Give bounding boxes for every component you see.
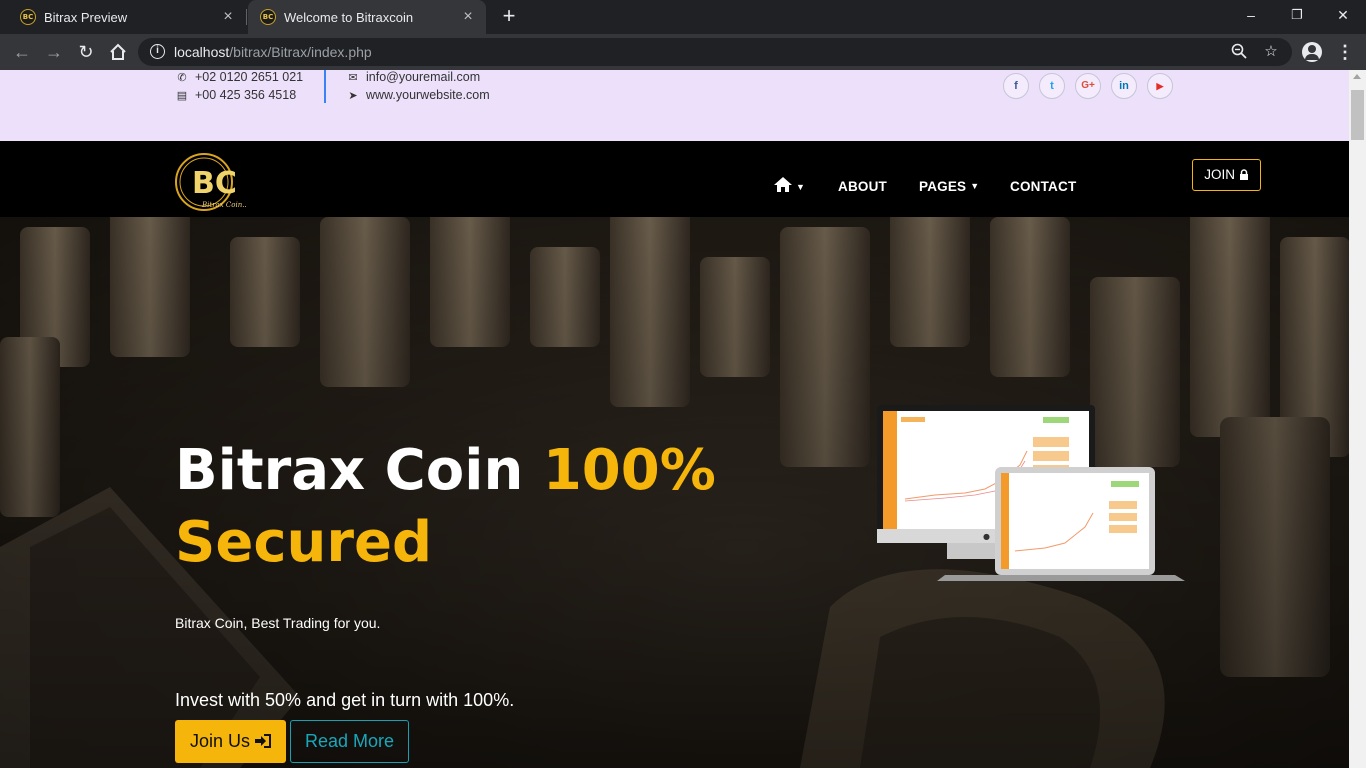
tab-title: Bitrax Preview: [44, 9, 128, 25]
logo-tagline: Bitrax Coin...: [201, 201, 246, 209]
fax-icon: ▤: [176, 89, 188, 102]
website-contact[interactable]: ➤ www.yourwebsite.com: [346, 88, 490, 102]
reload-icon[interactable]: ↻: [74, 40, 98, 64]
hero-title: Bitrax Coin 100% Secured: [175, 435, 735, 579]
favicon-icon: BC: [260, 9, 276, 25]
restore-button[interactable]: ❐: [1274, 0, 1320, 30]
tab-title: Welcome to Bitraxcoin: [284, 9, 414, 25]
nav-contact[interactable]: CONTACT: [1010, 179, 1076, 194]
favicon-icon: BC: [20, 9, 36, 25]
phone-contact: ✆ +02 0120 2651 021: [175, 70, 303, 84]
site-logo[interactable]: BC Bitrax Coin...: [174, 149, 249, 215]
zoom-icon[interactable]: [1230, 43, 1248, 61]
paper-plane-icon: ➤: [348, 89, 358, 102]
nav-about[interactable]: ABOUT: [838, 179, 887, 194]
join-us-label: Join Us: [189, 731, 250, 751]
main-navbar: BC Bitrax Coin... ▼ ABOUT PAGES ▼ CONTACT…: [0, 141, 1349, 217]
hero-subtitle: Bitrax Coin, Best Trading for you.: [175, 615, 381, 631]
logo-text: BC: [192, 166, 237, 201]
dashboard-devices-image: ●: [877, 405, 1185, 581]
page-scrollbar[interactable]: [1349, 70, 1366, 768]
join-us-button[interactable]: Join Us: [175, 720, 286, 763]
email-address[interactable]: info@youremail.com: [366, 70, 480, 84]
chevron-down-icon: ▼: [970, 181, 980, 191]
nav-pages-label: PAGES: [919, 179, 967, 194]
browser-toolbar: ← → ↻ i localhost/bitrax/Bitrax/index.ph…: [0, 34, 1366, 70]
site-info-icon[interactable]: i: [150, 44, 165, 59]
address-bar[interactable]: i localhost/bitrax/Bitrax/index.php ☆: [138, 38, 1292, 66]
top-info-bar: ✆ +02 0120 2651 021 ▤ +00 425 356 4518 ✉…: [0, 70, 1349, 141]
website-url[interactable]: www.yourwebsite.com: [366, 88, 490, 102]
nav-pages[interactable]: PAGES ▼: [919, 179, 979, 194]
scroll-thumb[interactable]: [1351, 90, 1364, 140]
facebook-icon[interactable]: f: [1003, 73, 1029, 99]
back-arrow-icon[interactable]: ←: [10, 40, 34, 64]
browser-tab-active[interactable]: BC Welcome to Bitraxcoin ×: [248, 0, 486, 34]
tab-divider: [246, 9, 247, 25]
chevron-down-icon: ▼: [796, 182, 806, 192]
phone-icon: ✆: [177, 71, 187, 84]
envelope-icon: ✉: [348, 71, 358, 84]
fax-contact: ▤ +00 425 356 4518: [175, 88, 296, 102]
browser-tab[interactable]: BC Bitrax Preview ×: [8, 0, 246, 34]
join-button[interactable]: JOIN: [1192, 159, 1261, 191]
browser-menu-icon[interactable]: ⋮: [1336, 42, 1354, 62]
google-plus-icon[interactable]: G+: [1075, 73, 1101, 99]
forward-arrow-icon[interactable]: →: [42, 40, 66, 64]
read-more-button[interactable]: Read More: [290, 720, 409, 763]
email-contact[interactable]: ✉ info@youremail.com: [346, 70, 480, 84]
nav-home[interactable]: ▼: [774, 177, 805, 195]
hero-title-white: Bitrax Coin: [175, 438, 543, 503]
youtube-icon[interactable]: ▶: [1147, 73, 1173, 99]
hero-invest-text: Invest with 50% and get in turn with 100…: [175, 690, 515, 710]
scroll-up-arrow-icon[interactable]: [1353, 74, 1361, 79]
close-tab-icon[interactable]: ×: [220, 9, 236, 25]
minimize-button[interactable]: –: [1228, 0, 1274, 30]
home-icon: [774, 177, 792, 192]
apple-logo-icon: ●: [983, 532, 990, 541]
linkedin-icon[interactable]: in: [1111, 73, 1137, 99]
new-tab-button[interactable]: +: [498, 5, 520, 28]
lock-icon: [1239, 169, 1248, 180]
sign-in-icon: [255, 734, 272, 748]
profile-avatar-icon[interactable]: [1302, 42, 1322, 62]
window-close-button[interactable]: ✕: [1320, 0, 1366, 30]
phone-number-1: +02 0120 2651 021: [195, 70, 304, 84]
hero-title-accent: 100%: [542, 438, 716, 503]
phone-number-2: +00 425 356 4518: [195, 88, 297, 102]
home-icon[interactable]: [106, 40, 130, 64]
twitter-icon[interactable]: t: [1039, 73, 1065, 99]
browser-tab-strip: BC Bitrax Preview × BC Welcome to Bitrax…: [0, 0, 1366, 34]
page-viewport: ✆ +02 0120 2651 021 ▤ +00 425 356 4518 ✉…: [0, 70, 1349, 768]
close-tab-icon[interactable]: ×: [460, 9, 476, 25]
join-label: JOIN: [1204, 167, 1235, 182]
hero-title-secured: Secured: [175, 510, 433, 575]
url-text: localhost/bitrax/Bitrax/index.php: [174, 44, 372, 60]
hero-section: ● Bitrax Coin 100% Secured Bitrax Coin, B…: [0, 217, 1349, 768]
contact-divider: [324, 70, 326, 103]
bookmark-star-icon[interactable]: ☆: [1262, 43, 1280, 61]
